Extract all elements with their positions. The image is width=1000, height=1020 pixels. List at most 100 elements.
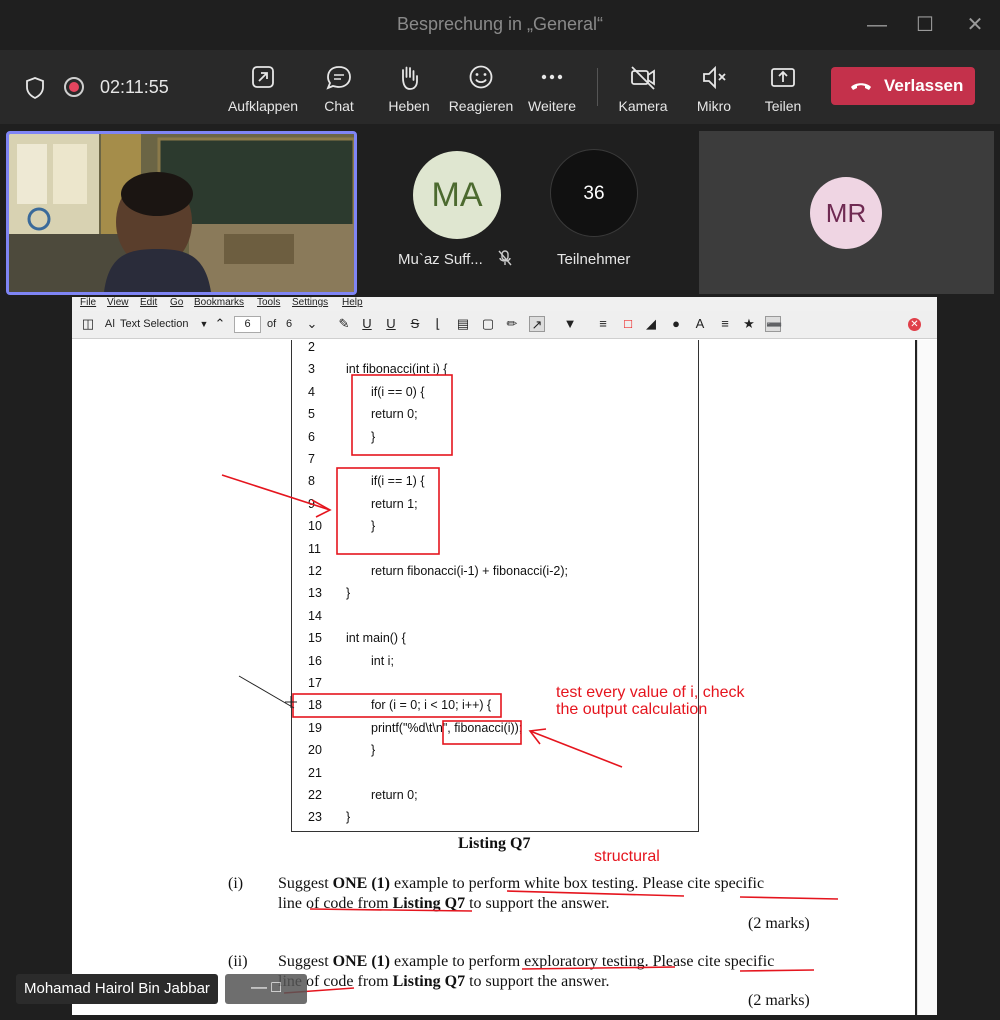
code-line: 15 int main() { <box>292 631 692 651</box>
chevron-down-icon[interactable]: ▼ <box>196 316 212 332</box>
self-video-tile[interactable] <box>6 131 357 295</box>
more-button[interactable]: Weitere <box>512 60 592 120</box>
code-line-number: 20 <box>308 743 322 758</box>
presenter-name-badge: Mohamad Hairol Bin Jabbar <box>16 974 218 1004</box>
more-icon <box>541 74 563 80</box>
participant-count-badge[interactable]: 36 <box>550 149 638 237</box>
hand-icon <box>402 66 418 90</box>
fill-color-icon[interactable]: ◢ <box>643 316 659 332</box>
chat-button[interactable]: Chat <box>299 60 379 120</box>
menu-tools[interactable]: Tools <box>257 297 280 308</box>
expand-button[interactable]: Aufklappen <box>223 60 303 120</box>
listing-caption: Listing Q7 <box>458 835 531 852</box>
typewriter-icon[interactable]: ⌊ <box>430 316 446 332</box>
code-line-number: 5 <box>308 407 315 422</box>
annotation-note-line-1: test every value of i, check <box>556 684 745 701</box>
window-title: Besprechung in „General“ <box>396 14 604 34</box>
highlight-icon[interactable]: ✎ <box>336 316 352 332</box>
mic-muted-icon <box>703 65 726 90</box>
underline-cite-1 <box>739 896 839 900</box>
expand-icon <box>252 66 274 88</box>
raise-hand-label: Heben <box>388 98 430 114</box>
avatar-ma[interactable]: MA <box>413 151 501 239</box>
code-line-number: 6 <box>308 429 315 444</box>
menu-file[interactable]: File <box>80 297 96 308</box>
annotation-note-line-2: the output calculation <box>556 701 708 718</box>
viewer-menubar: File View Edit Go Bookmarks Tools Settin… <box>72 297 937 311</box>
code-line-text: } <box>346 810 351 825</box>
mic-off-icon <box>498 250 512 266</box>
mic-label: Mikro <box>696 98 732 114</box>
previous-page-icon[interactable]: ⌃ <box>212 316 228 332</box>
pin-icon[interactable]: ➖ <box>765 316 782 332</box>
code-line-number: 4 <box>308 384 315 399</box>
share-button[interactable]: Teilen <box>743 60 823 120</box>
page-number-input[interactable]: 6 <box>234 316 261 333</box>
code-line: 3 int fibonacci(int i) { <box>292 362 692 382</box>
menu-view[interactable]: View <box>107 297 129 308</box>
note-icon[interactable]: ▤ <box>455 316 471 332</box>
camera-button[interactable]: Kamera <box>603 60 683 120</box>
comment-icon[interactable]: ▢ <box>480 316 496 332</box>
underline-icon[interactable]: U <box>359 316 375 332</box>
font-icon[interactable]: A <box>692 316 708 332</box>
meeting-toolbar: 02:11:55 Aufklappen Chat Heben Reagieren… <box>0 50 1000 124</box>
menu-help[interactable]: Help <box>342 297 363 308</box>
stamp-icon[interactable]: ▼ <box>562 316 578 332</box>
question-1-line-2: line of code from Listing Q7 to support … <box>278 895 610 912</box>
chat-label: Chat <box>324 98 354 114</box>
annotation-structural: structural <box>594 848 660 865</box>
sidebar-toggle-icon[interactable]: ◫ <box>80 316 96 332</box>
code-line: 8 if(i == 1) { <box>292 474 692 494</box>
squiggly-icon[interactable]: U <box>383 316 399 332</box>
shield-icon[interactable] <box>24 76 46 100</box>
code-line-text: if(i == 1) { <box>371 474 425 489</box>
next-page-icon[interactable]: ⌄ <box>304 316 320 332</box>
code-line-number: 16 <box>308 653 322 668</box>
mic-button[interactable]: Mikro <box>674 60 754 120</box>
line-width-icon[interactable]: ≡ <box>595 316 611 332</box>
code-line-text: } <box>371 743 376 758</box>
menu-settings[interactable]: Settings <box>292 297 328 308</box>
settings-sliders-icon[interactable]: ≡ <box>717 316 733 332</box>
code-line-number: 8 <box>308 474 315 489</box>
arrow-tool-icon[interactable]: ↗ <box>529 316 545 332</box>
code-line-text: printf("%d\t\n", fibonacci(i)); <box>371 720 523 735</box>
close-icon[interactable]: ✕ <box>960 10 990 40</box>
vertical-scrollbar[interactable] <box>917 340 937 1015</box>
code-line: 7 <box>292 452 692 472</box>
maximize-icon[interactable]: ☐ <box>910 10 940 40</box>
raise-hand-button[interactable]: Heben <box>369 60 449 120</box>
close-toolbar-icon[interactable]: ✕ <box>908 318 921 331</box>
strikeout-icon[interactable]: S <box>407 316 423 332</box>
code-line: 13} <box>292 586 692 606</box>
code-line: 2 <box>292 340 692 360</box>
favorite-star-icon[interactable]: ★ <box>741 316 757 332</box>
code-line: 20} <box>292 743 692 763</box>
meeting-timer: 02:11:55 <box>100 77 169 97</box>
selection-mode[interactable]: Text Selection <box>120 318 188 330</box>
opacity-icon[interactable]: ● <box>668 316 684 332</box>
menu-bookmarks[interactable]: Bookmarks <box>194 297 244 308</box>
stroke-color-icon[interactable]: □ <box>620 316 636 332</box>
video-feed <box>9 134 354 292</box>
minimize-icon[interactable]: — <box>862 10 892 40</box>
leave-button[interactable]: Verlassen <box>831 67 975 105</box>
code-line: 10} <box>292 519 692 539</box>
code-line-number: 19 <box>308 720 322 735</box>
code-line-text: int main() { <box>346 631 406 646</box>
code-line: 4 if(i == 0) { <box>292 385 692 405</box>
pdf-page: 2 3 int fibonacci(int i) {4 if(i == 0) {5 re… <box>72 340 915 1015</box>
code-line-number: 10 <box>308 519 322 534</box>
avatar-mr: MR <box>810 177 882 249</box>
minimize-share-button[interactable]: — □ <box>225 974 307 1004</box>
freehand-icon[interactable]: ✏ <box>504 316 520 332</box>
menu-go[interactable]: Go <box>170 297 183 308</box>
question-1-marks: (2 marks) <box>748 915 810 932</box>
react-label: Reagieren <box>448 98 514 114</box>
code-line: 9 return 1; <box>292 497 692 517</box>
menu-edit[interactable]: Edit <box>140 297 157 308</box>
page-total: 6 <box>286 318 293 330</box>
react-button[interactable]: Reagieren <box>441 60 521 120</box>
code-line-number: 7 <box>308 452 315 466</box>
